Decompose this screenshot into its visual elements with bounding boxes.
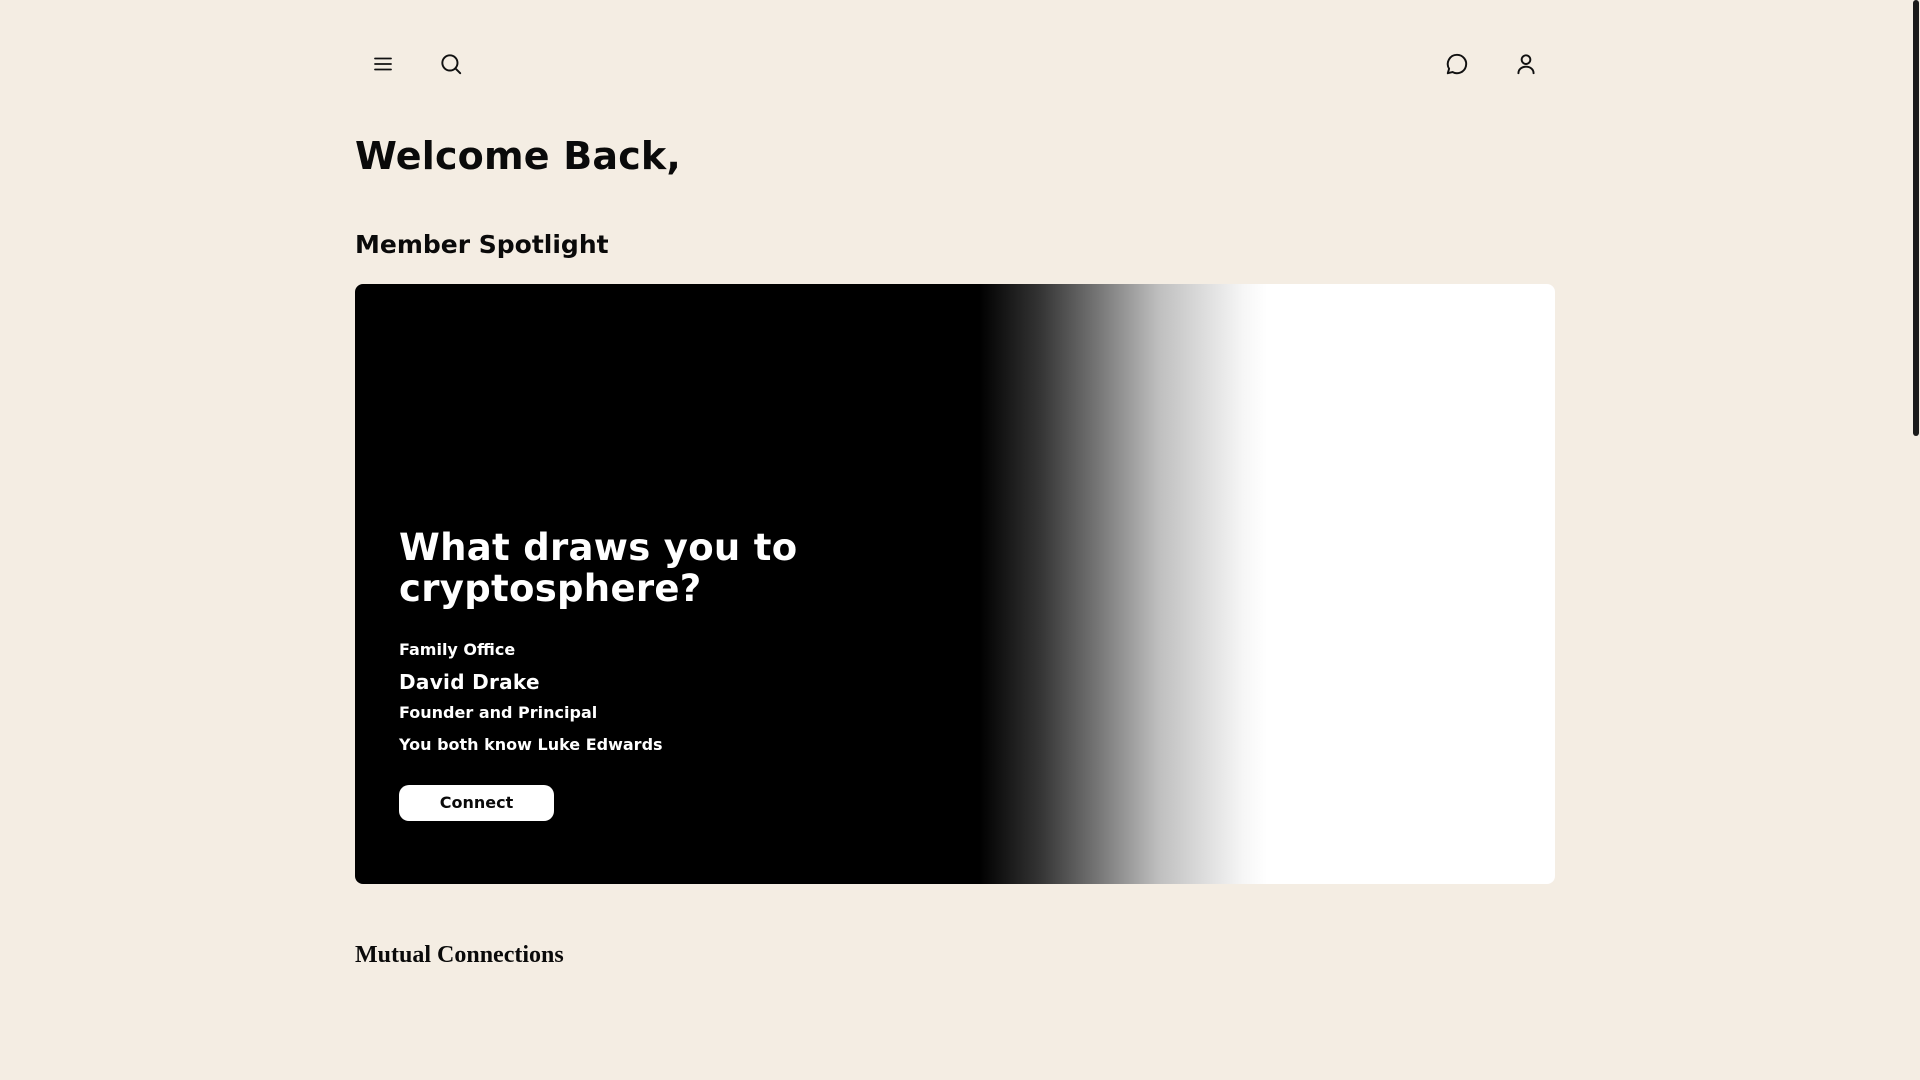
search-button[interactable] [429, 42, 473, 86]
menu-icon [371, 52, 395, 76]
user-icon [1513, 51, 1539, 77]
member-role: Founder and Principal [399, 703, 598, 722]
spotlight-question: What draws you to cryptosphere? [399, 526, 798, 610]
menu-button[interactable] [361, 42, 405, 86]
mutual-connections-title: Mutual Connections [355, 942, 564, 968]
profile-button[interactable] [1504, 42, 1548, 86]
top-navigation [355, 42, 1555, 86]
search-icon [438, 51, 464, 77]
member-company: Family Office [399, 640, 516, 659]
welcome-title: Welcome Back, [355, 134, 682, 178]
member-spotlight-card: What draws you to cryptosphere? Family O… [355, 284, 1555, 884]
messages-button[interactable] [1435, 42, 1479, 86]
scrollbar-thumb[interactable] [1913, 0, 1919, 436]
home-page: Welcome Back, Member Spotlight What draw… [0, 0, 1920, 1080]
page-scrollbar[interactable] [1910, 0, 1920, 1080]
spotlight-card-content: What draws you to cryptosphere? Family O… [399, 527, 959, 821]
chat-icon [1444, 51, 1470, 77]
mutual-connection-note: You both know Luke Edwards [399, 735, 663, 754]
member-name: David Drake [399, 670, 540, 694]
member-spotlight-title: Member Spotlight [355, 230, 609, 259]
connect-button[interactable]: Connect [399, 785, 554, 821]
